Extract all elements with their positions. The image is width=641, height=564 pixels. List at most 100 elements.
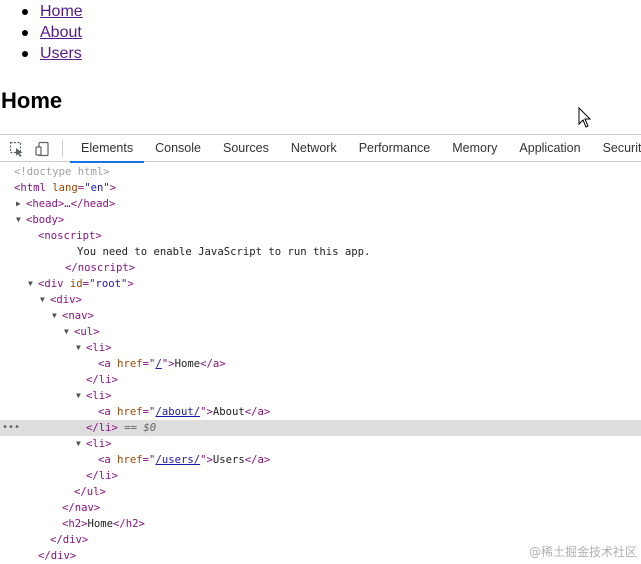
anchor-text: Home [174,358,201,370]
h2-text: Home [87,518,114,530]
device-toolbar-icon[interactable] [35,141,51,157]
collapse-triangle-icon[interactable]: ▼ [76,388,86,404]
tab-console[interactable]: Console [144,135,212,161]
nav-link-users[interactable]: Users [40,45,82,62]
tag-h2-close: </h2> [113,518,145,530]
tag-a-close: </a> [244,454,271,466]
tag-h2: <h2> [62,518,88,530]
tag-a: <a [98,358,111,370]
more-options-icon[interactable]: ••• [2,420,20,436]
anchor-text: Users [212,454,245,466]
selected-node-marker: == $0 [124,422,157,434]
nav-item-home: Home [0,2,83,23]
collapse-triangle-icon[interactable]: ▼ [76,436,86,452]
tag-noscript: <noscript> [38,230,102,242]
href-link[interactable]: /about/ [155,406,200,418]
dom-line-nav-close[interactable]: </nav> [0,500,641,516]
dom-line-doctype[interactable]: <!doctype html> [0,164,641,180]
tag-a: <a [98,454,111,466]
toolbar-divider [62,140,63,157]
dom-line-li[interactable]: ▼ <li> [0,436,641,452]
dom-line-ul[interactable]: ▼ <ul> [0,324,641,340]
devtools-tabs: Elements Console Sources Network Performance… [70,135,641,163]
dom-line-h2[interactable]: <h2>Home</h2> [0,516,641,532]
dom-line-div[interactable]: ▼ <div> [0,292,641,308]
attr-name: id [69,278,83,290]
tag-li: <li> [86,438,112,450]
expand-triangle-icon[interactable]: ▶ [16,196,26,212]
tag-li-close: </li> [86,374,118,386]
dom-line-nav[interactable]: ▼ <nav> [0,308,641,324]
anchor-text: About [212,406,245,418]
dom-line-noscript[interactable]: <noscript> [0,228,641,244]
attr-name: href [117,358,143,370]
tag-div: <div [38,278,64,290]
dom-line-head[interactable]: ▶ <head>…</head> [0,196,641,212]
bullet [22,30,28,36]
tag-body: <body> [26,214,65,226]
inspect-element-icon[interactable] [9,141,25,157]
tag-noscript-close: </noscript> [65,262,136,274]
tab-network[interactable]: Network [280,135,348,161]
tag-ul-close: </ul> [74,486,106,498]
tab-performance[interactable]: Performance [348,135,442,161]
elements-dom-tree: <!doctype html> <html lang="en"> ▶ <head>… [0,164,641,564]
dom-line-body[interactable]: ▼ <body> [0,212,641,228]
nav-item-about: About [0,23,83,44]
tag-a: <a [98,406,111,418]
dom-line-ul-close[interactable]: </ul> [0,484,641,500]
dom-line-li-close-selected[interactable]: ••• </li> == $0 [0,420,641,436]
tag-nav-close: </nav> [62,502,101,514]
dom-line-a-about[interactable]: <a href="/about/">About</a> [0,404,641,420]
tag-li: <li> [86,390,112,402]
tab-sources[interactable]: Sources [212,135,280,161]
dom-line-li-close[interactable]: </li> [0,372,641,388]
collapse-triangle-icon[interactable]: ▼ [28,276,38,292]
attr-name: lang [52,182,78,194]
watermark: @稀土掘金技术社区 [528,545,637,559]
dom-line-a-home[interactable]: <a href="/">Home</a> [0,356,641,372]
devtools-toolbar: Elements Console Sources Network Performance… [0,134,641,163]
tag-li-close: </li> [86,470,118,482]
devtools-panel: Elements Console Sources Network Performance… [0,134,641,564]
dom-line-div-root[interactable]: ▼ <div id="root"> [0,276,641,292]
collapse-triangle-icon[interactable]: ▼ [16,212,26,228]
nav-link-home[interactable]: Home [40,3,83,20]
tag-a-close: </a> [200,358,226,370]
tag-div: <div> [50,294,82,306]
tag-head: <head>…</head> [26,198,116,210]
dom-line-noscript-text[interactable]: You need to enable JavaScript to run thi… [0,244,641,260]
collapse-triangle-icon[interactable]: ▼ [40,292,50,308]
dom-line-li[interactable]: ▼ <li> [0,388,641,404]
noscript-text: You need to enable JavaScript to run thi… [77,246,371,258]
page-heading: Home [1,88,63,113]
dom-line-li[interactable]: ▼ <li> [0,340,641,356]
collapse-triangle-icon[interactable]: ▼ [76,340,86,356]
tag-div-close: </div> [50,534,89,546]
nav-link-about[interactable]: About [40,24,82,41]
tab-application[interactable]: Application [508,135,591,161]
dom-line-a-users[interactable]: <a href="/users/">Users</a> [0,452,641,468]
tag-li-close: </li> [86,422,118,434]
attr-name: href [117,406,143,418]
attr-name: href [117,454,143,466]
tab-elements[interactable]: Elements [70,135,145,163]
tag-bracket: > [109,182,117,194]
mouse-cursor-icon [578,107,592,128]
tab-security[interactable]: Security [592,135,641,161]
bullet [22,51,28,57]
doctype-node: <!doctype html> [14,166,110,178]
dom-line-html[interactable]: <html lang="en"> [0,180,641,196]
tag-ul: <ul> [74,326,100,338]
collapse-triangle-icon[interactable]: ▼ [52,308,62,324]
nav-list: Home About Users [0,2,83,65]
tag-li: <li> [86,342,112,354]
tab-memory[interactable]: Memory [441,135,508,161]
dom-line-li-close[interactable]: </li> [0,468,641,484]
tag-div-close: </div> [38,550,77,562]
collapse-triangle-icon[interactable]: ▼ [64,324,74,340]
dom-line-noscript-close[interactable]: </noscript> [0,260,641,276]
href-link[interactable]: /users/ [155,454,200,466]
tag-html: <html [14,182,46,194]
attr-value: "en" [84,182,110,194]
